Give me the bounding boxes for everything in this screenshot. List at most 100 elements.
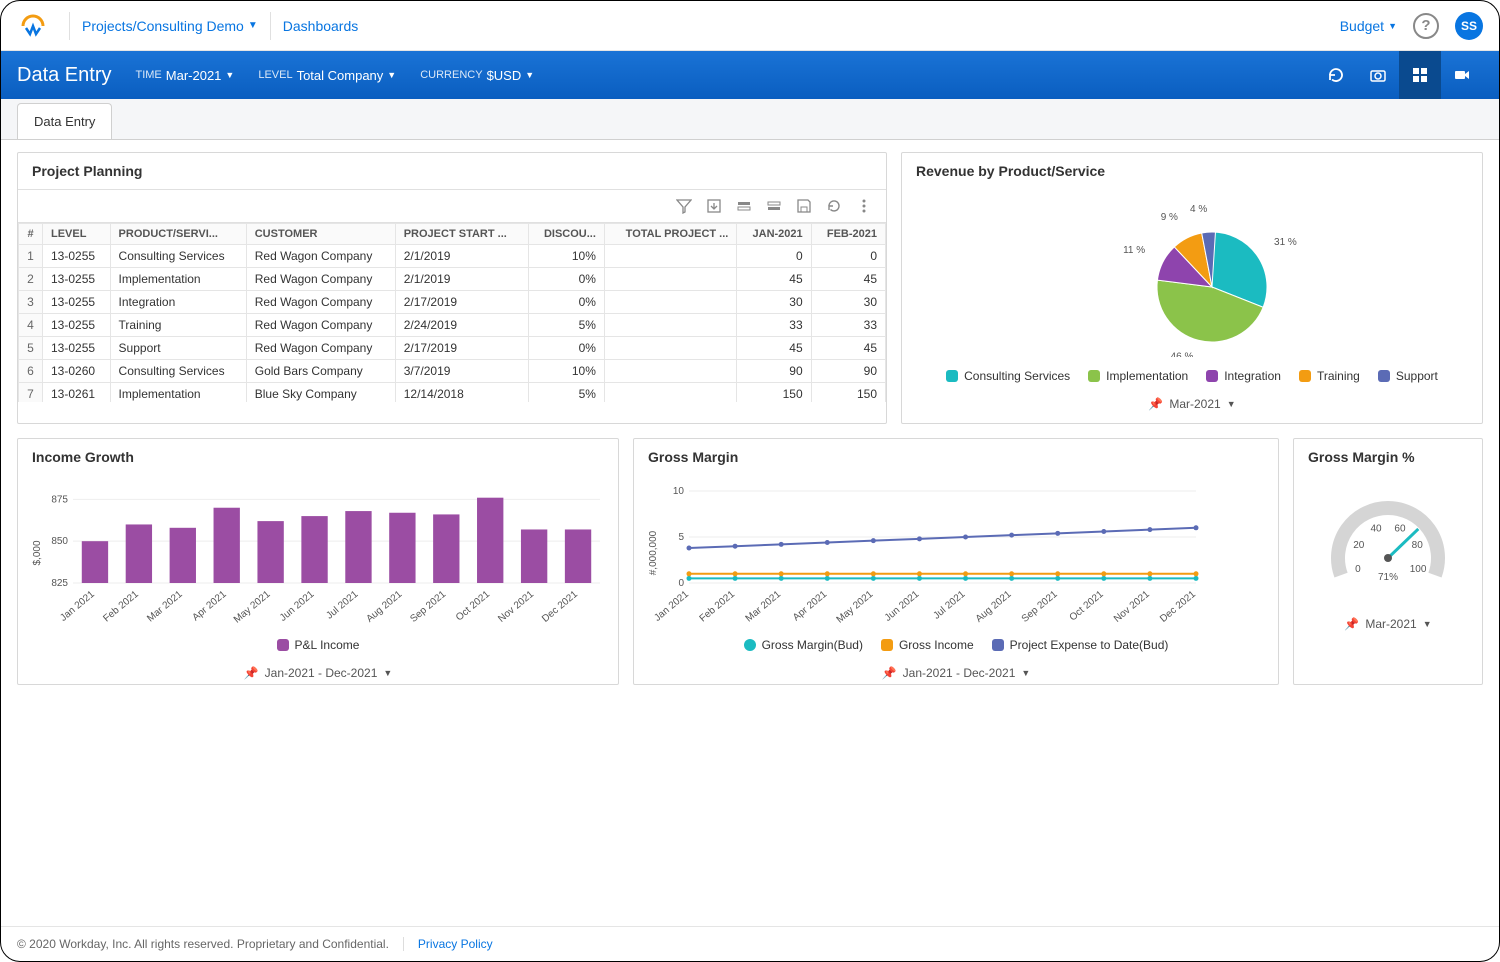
- revenue-card: Revenue by Product/Service 31 %46 %11 %9…: [901, 152, 1483, 424]
- table-row[interactable]: 513-0255SupportRed Wagon Company2/17/201…: [19, 337, 886, 360]
- svg-text:100: 100: [1410, 564, 1427, 575]
- svg-text:71%: 71%: [1378, 572, 1398, 583]
- help-icon[interactable]: ?: [1413, 13, 1439, 39]
- insert-row-icon[interactable]: [734, 196, 754, 216]
- svg-text:Feb 2021: Feb 2021: [698, 589, 738, 623]
- user-avatar[interactable]: SS: [1455, 12, 1483, 40]
- pin-icon: 📌: [1344, 617, 1359, 631]
- table-row[interactable]: 213-0255ImplementationRed Wagon Company2…: [19, 268, 886, 291]
- income-growth-title: Income Growth: [18, 439, 618, 475]
- svg-text:Mar 2021: Mar 2021: [145, 589, 185, 623]
- revenue-title: Revenue by Product/Service: [902, 153, 1482, 189]
- svg-text:Nov 2021: Nov 2021: [496, 589, 536, 623]
- table-row[interactable]: 613-0260Consulting ServicesGold Bars Com…: [19, 360, 886, 383]
- revenue-pin[interactable]: 📌 Mar-2021 ▼: [902, 391, 1482, 415]
- pin-icon: 📌: [244, 666, 259, 680]
- svg-text:Oct 2021: Oct 2021: [454, 589, 492, 623]
- svg-text:Jul 2021: Jul 2021: [324, 589, 360, 622]
- svg-text:Jun 2021: Jun 2021: [883, 589, 922, 623]
- refresh-table-icon[interactable]: [824, 196, 844, 216]
- project-planning-card: Project Planning #LEVELPRODUCT/SERVI...C…: [17, 152, 887, 424]
- privacy-policy-link[interactable]: Privacy Policy: [418, 937, 493, 951]
- svg-text:80: 80: [1412, 540, 1424, 551]
- chevron-down-icon: ▼: [1423, 619, 1432, 629]
- breadcrumb-dashboards[interactable]: Dashboards: [283, 18, 359, 34]
- refresh-icon[interactable]: [1315, 51, 1357, 99]
- gross-margin-card: Gross Margin 0510#,000,000Jan 2021Feb 20…: [633, 438, 1279, 685]
- svg-text:Sep 2021: Sep 2021: [408, 589, 448, 623]
- svg-text:Oct 2021: Oct 2021: [1068, 589, 1106, 623]
- gmp-title: Gross Margin %: [1294, 439, 1482, 475]
- currency-filter[interactable]: CURRENCY $USD ▼: [420, 68, 534, 83]
- level-filter[interactable]: LEVEL Total Company ▼: [258, 68, 396, 83]
- table-row[interactable]: 313-0255IntegrationRed Wagon Company2/17…: [19, 291, 886, 314]
- column-header[interactable]: PROJECT START ...: [395, 224, 528, 245]
- svg-text:#,000,000: #,000,000: [648, 530, 659, 575]
- svg-text:11 %: 11 %: [1123, 245, 1145, 256]
- breadcrumb-project[interactable]: Projects/Consulting Demo ▼: [82, 18, 258, 34]
- income-bar-chart: 825850875$,000Jan 2021Feb 2021Mar 2021Ap…: [28, 483, 608, 623]
- svg-text:Sep 2021: Sep 2021: [1020, 589, 1060, 623]
- gross-margin-pct-card: Gross Margin % 02040608010071% 📌 Mar-202…: [1293, 438, 1483, 685]
- export-icon[interactable]: [704, 196, 724, 216]
- tab-data-entry[interactable]: Data Entry: [17, 103, 112, 139]
- workday-logo[interactable]: [17, 10, 49, 42]
- more-icon[interactable]: [854, 196, 874, 216]
- save-icon[interactable]: [794, 196, 814, 216]
- column-header[interactable]: #: [19, 224, 43, 245]
- income-growth-card: Income Growth 825850875$,000Jan 2021Feb …: [17, 438, 619, 685]
- svg-text:Aug 2021: Aug 2021: [364, 589, 404, 623]
- column-header[interactable]: DISCOU...: [528, 224, 604, 245]
- income-pin[interactable]: 📌 Jan-2021 - Dec-2021 ▼: [18, 660, 618, 684]
- breadcrumb-label: Dashboards: [283, 18, 359, 34]
- chevron-down-icon: ▼: [1021, 668, 1030, 678]
- breadcrumb-label: Projects/Consulting Demo: [82, 18, 244, 34]
- project-planning-title: Project Planning: [18, 153, 886, 189]
- budget-label: Budget: [1340, 18, 1384, 34]
- svg-text:9 %: 9 %: [1161, 212, 1178, 223]
- gm-line-chart: 0510#,000,000Jan 2021Feb 2021Mar 2021Apr…: [644, 483, 1204, 623]
- chevron-down-icon: ▼: [1388, 21, 1397, 31]
- svg-text:4 %: 4 %: [1190, 204, 1207, 215]
- video-icon[interactable]: [1441, 51, 1483, 99]
- svg-text:60: 60: [1394, 523, 1406, 534]
- svg-text:Dec 2021: Dec 2021: [540, 589, 580, 623]
- delete-row-icon[interactable]: [764, 196, 784, 216]
- gross-margin-title: Gross Margin: [634, 439, 1278, 475]
- table-row[interactable]: 713-0261ImplementationBlue Sky Company12…: [19, 383, 886, 403]
- column-header[interactable]: PRODUCT/SERVI...: [110, 224, 246, 245]
- column-header[interactable]: TOTAL PROJECT ...: [604, 224, 736, 245]
- pin-icon: 📌: [1148, 397, 1163, 411]
- svg-text:May 2021: May 2021: [835, 589, 876, 623]
- svg-text:825: 825: [51, 578, 68, 589]
- grid-icon[interactable]: [1399, 51, 1441, 99]
- gm-pin[interactable]: 📌 Jan-2021 - Dec-2021 ▼: [634, 660, 1278, 684]
- svg-text:Dec 2021: Dec 2021: [1158, 589, 1198, 623]
- time-filter[interactable]: TIME Mar-2021 ▼: [135, 68, 234, 83]
- svg-text:May 2021: May 2021: [232, 589, 273, 623]
- column-header[interactable]: JAN-2021: [737, 224, 811, 245]
- column-header[interactable]: CUSTOMER: [246, 224, 395, 245]
- svg-text:875: 875: [51, 494, 68, 505]
- svg-text:0: 0: [678, 578, 684, 589]
- svg-text:Apr 2021: Apr 2021: [791, 589, 829, 623]
- svg-text:Jan 2021: Jan 2021: [652, 589, 691, 623]
- gmp-pin[interactable]: 📌 Mar-2021 ▼: [1294, 611, 1482, 635]
- camera-icon[interactable]: [1357, 51, 1399, 99]
- budget-dropdown[interactable]: Budget ▼: [1340, 18, 1397, 34]
- table-row[interactable]: 113-0255Consulting ServicesRed Wagon Com…: [19, 245, 886, 268]
- column-header[interactable]: LEVEL: [43, 224, 111, 245]
- svg-text:31 %: 31 %: [1274, 237, 1297, 248]
- revenue-pie-chart: 31 %46 %11 %9 %4 %: [1032, 197, 1352, 357]
- column-header[interactable]: FEB-2021: [811, 224, 885, 245]
- project-planning-table[interactable]: #LEVELPRODUCT/SERVI...CUSTOMERPROJECT ST…: [18, 223, 886, 402]
- table-row[interactable]: 413-0255TrainingRed Wagon Company2/24/20…: [19, 314, 886, 337]
- svg-text:Apr 2021: Apr 2021: [190, 589, 228, 623]
- filter-icon[interactable]: [674, 196, 694, 216]
- copyright-text: © 2020 Workday, Inc. All rights reserved…: [17, 937, 389, 951]
- svg-text:Mar 2021: Mar 2021: [744, 589, 784, 623]
- svg-text:40: 40: [1370, 523, 1382, 534]
- chevron-down-icon: ▼: [383, 668, 392, 678]
- svg-text:Nov 2021: Nov 2021: [1112, 589, 1152, 623]
- pin-icon: 📌: [882, 666, 897, 680]
